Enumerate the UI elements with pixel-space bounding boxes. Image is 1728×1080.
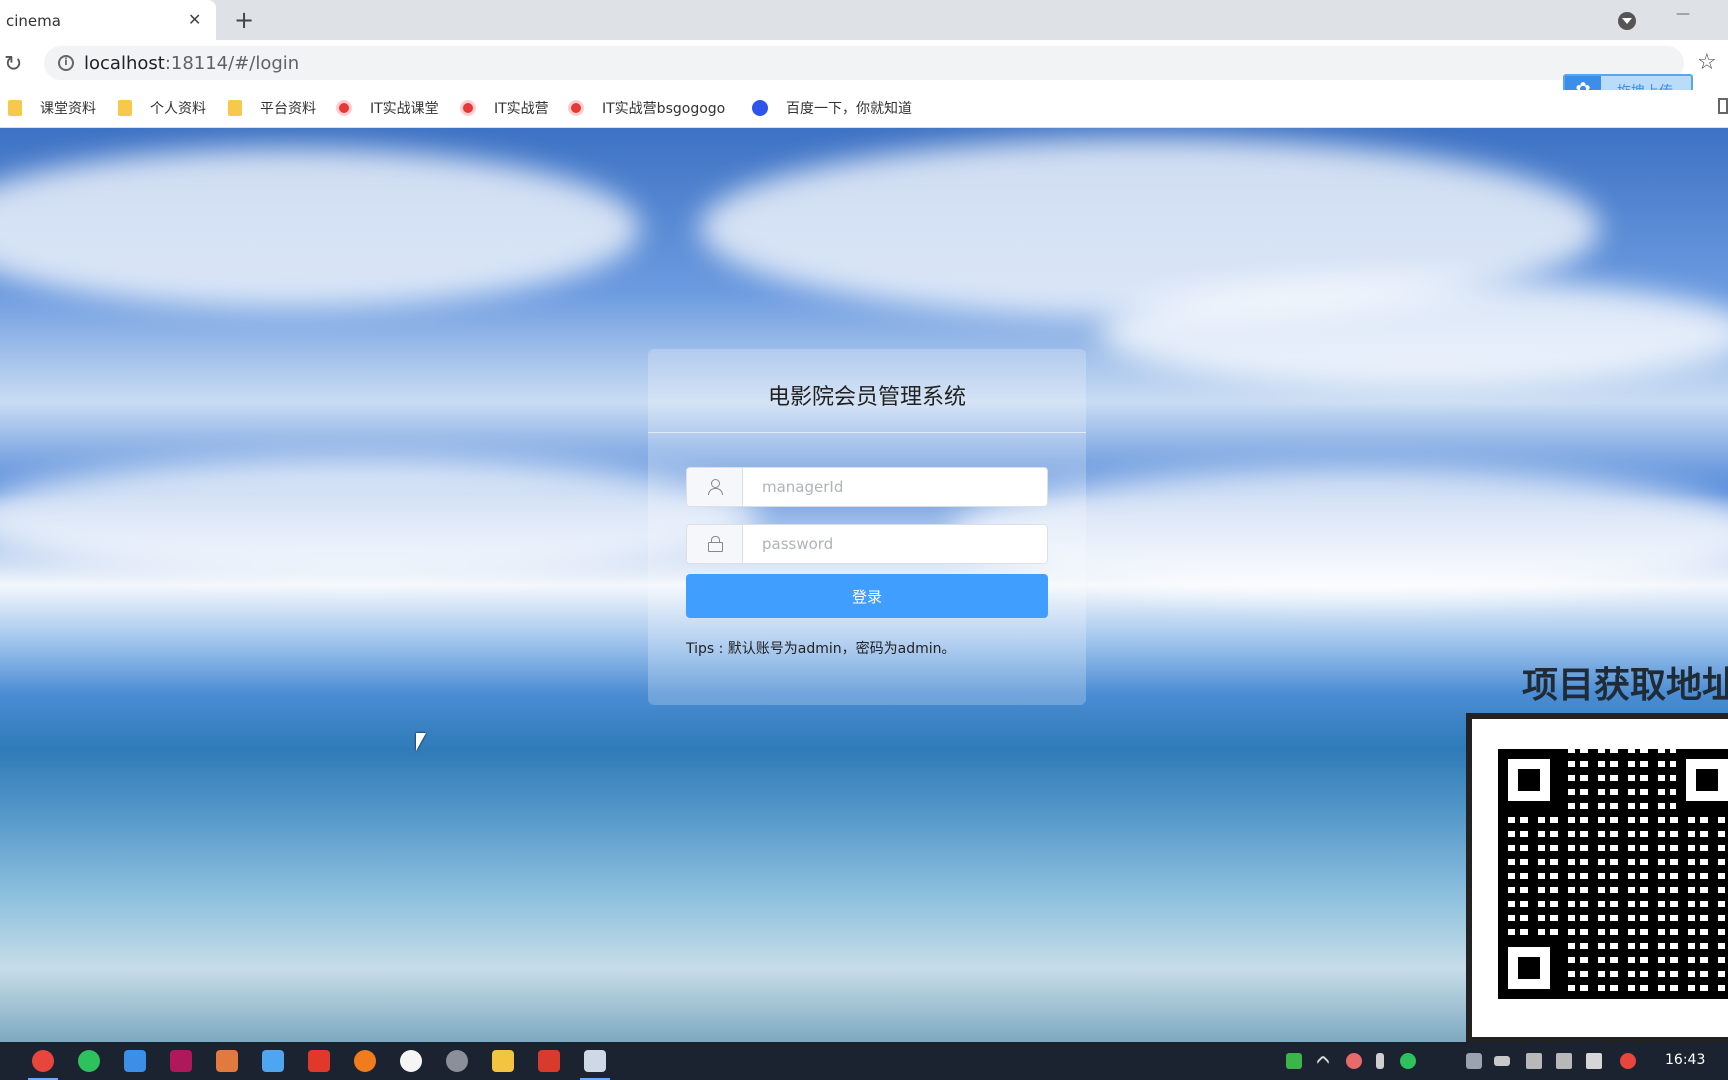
url-text[interactable]: localhost:18114/#/login [84,53,299,74]
network-icon[interactable] [1556,1053,1572,1069]
bookmark-item[interactable]: 百度一下，你就知道 [752,98,912,120]
wechat-app-icon[interactable] [78,1050,100,1072]
recorder-app-icon[interactable] [400,1050,422,1072]
title-divider [648,432,1086,433]
login-form: 电影院会员管理系统 登录 Tips : 默认账号为admin，密码为admin。 [648,349,1086,705]
mouse-cursor [416,733,426,751]
background-cloud [1100,278,1728,388]
folder-icon [228,100,242,116]
bookmark-label: 课堂资料 [40,101,96,117]
chrome-icon [336,100,352,116]
username-field[interactable] [686,467,1048,507]
browser-toolbar: ↻ i localhost:18114/#/login ☆ ✿ 拖拽上传 [0,40,1728,106]
bookmark-label: 百度一下，你就知道 [786,101,912,117]
tab-search-icon[interactable] [1618,12,1636,30]
login-tips: Tips : 默认账号为admin，密码为admin。 [686,641,956,657]
bookmark-item[interactable]: IT实战课堂 [336,98,439,120]
tab-close-icon[interactable]: ✕ [188,10,201,29]
tool-app-icon[interactable] [216,1050,238,1072]
bookmark-label: 个人资料 [150,101,206,117]
qr-finder-pattern [1676,749,1728,811]
baidu-icon [752,100,768,116]
browser-tab-strip: cinema ✕ + — [0,0,1728,40]
folder-icon [8,100,22,116]
password-field[interactable] [686,524,1048,564]
url-path: :18114/#/login [164,53,300,74]
minimize-window-button[interactable]: — [1676,6,1690,22]
chrome-app-icon[interactable] [28,1050,58,1080]
password-input[interactable] [744,525,1044,563]
new-tab-button[interactable]: + [234,6,254,34]
microphone-icon[interactable] [1376,1053,1384,1069]
username-input[interactable] [744,468,1044,506]
reload-icon[interactable]: ↻ [4,52,22,77]
update-tray-icon[interactable] [1466,1053,1482,1069]
chrome-icon [568,100,584,116]
browser-tab-cinema[interactable]: cinema ✕ [0,0,216,40]
bookmark-label: IT实战营bsgogogo [602,101,726,117]
promo-title: 项目获取地址 [1522,665,1728,706]
wps-app-icon[interactable] [308,1050,330,1072]
tab-title: cinema [6,12,61,30]
firefox-app-icon[interactable] [354,1050,376,1072]
bookmark-item[interactable]: 课堂资料 [8,98,96,120]
bookmark-item[interactable]: 个人资料 [118,98,206,120]
password-prefix [687,525,743,563]
taskbar-clock[interactable]: 16:43 [1665,1052,1705,1068]
qr-finder-pattern [1498,749,1560,811]
qr-code-panel [1466,713,1728,1042]
url-host: localhost [84,53,165,74]
bookmark-star-icon[interactable]: ☆ [1697,50,1717,75]
bookmark-item[interactable]: IT实战营bsgogogo [568,98,725,120]
battery-tray-icon[interactable] [1286,1053,1302,1069]
qr-finder-pattern [1498,937,1560,999]
os-taskbar: 16:43 [0,1042,1728,1080]
bookmark-label: IT实战营 [494,101,549,117]
file-explorer-icon[interactable] [492,1050,514,1072]
reading-list-icon[interactable] [1718,98,1728,114]
wechat-tray-icon[interactable] [1400,1053,1416,1069]
lock-icon [708,536,723,552]
folder-icon [118,100,132,116]
address-bar[interactable]: i localhost:18114/#/login [44,46,1684,80]
input-method-icon[interactable] [1586,1053,1602,1069]
drawing-app-icon[interactable] [580,1050,610,1080]
show-hidden-icons-icon[interactable] [1315,1054,1331,1070]
background-cloud [0,458,760,578]
background-cloud [0,148,640,308]
login-button[interactable]: 登录 [686,574,1048,618]
chrome-icon [460,100,476,116]
intellij-app-icon[interactable] [170,1050,192,1072]
bookmark-item[interactable]: 平台资料 [228,98,316,120]
presentation-app-icon[interactable] [538,1050,560,1072]
netdisk-app-icon[interactable] [262,1050,284,1072]
bookmark-label: IT实战课堂 [370,101,439,117]
site-info-icon[interactable]: i [58,55,74,71]
login-title: 电影院会员管理系统 [767,385,966,410]
volume-icon[interactable] [1526,1053,1542,1069]
editor-app-icon[interactable] [124,1050,146,1072]
user-icon [708,479,723,495]
bookmark-item[interactable]: IT实战营 [460,98,549,120]
login-page: 电影院会员管理系统 登录 Tips : 默认账号为admin，密码为admin。… [0,128,1728,1042]
power-icon[interactable] [1494,1056,1510,1066]
sogou-input-icon[interactable] [1620,1053,1636,1069]
username-prefix [687,468,743,506]
tray-app-icon[interactable] [1346,1053,1362,1069]
bookmarks-bar: 课堂资料 个人资料 平台资料 IT实战课堂 IT实战营 IT实战营bsgogog… [0,90,1728,128]
settings-app-icon[interactable] [446,1050,468,1072]
bookmark-label: 平台资料 [260,101,316,117]
